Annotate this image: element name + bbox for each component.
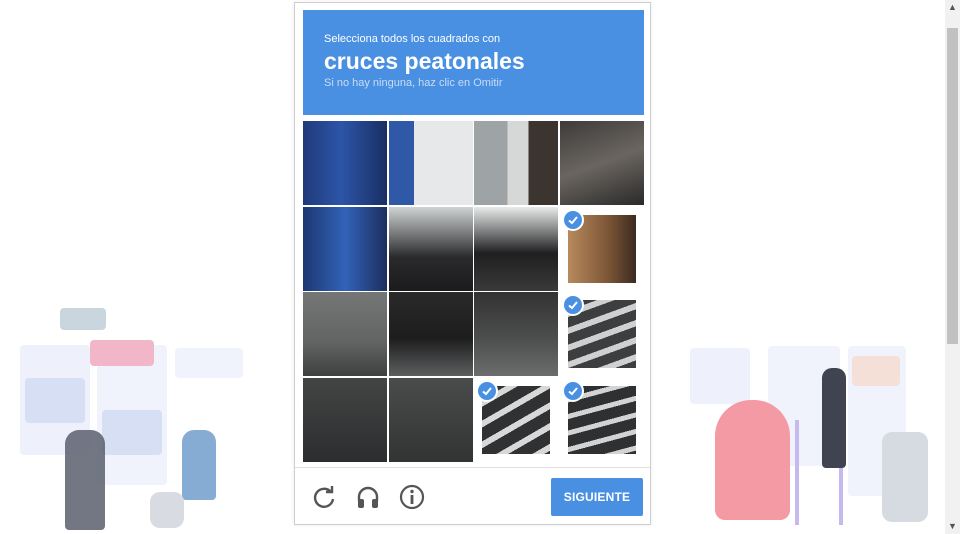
checkmark-icon xyxy=(476,379,498,402)
bg-robot xyxy=(60,308,106,330)
image-tile[interactable] xyxy=(560,207,644,291)
robot-illustration xyxy=(882,432,928,522)
image-tile[interactable] xyxy=(559,121,644,205)
audio-icon[interactable] xyxy=(354,483,382,511)
info-icon[interactable] xyxy=(398,483,426,511)
checkmark-icon xyxy=(561,294,584,316)
bg-toggle-card xyxy=(90,340,154,366)
monster-illustration xyxy=(715,400,790,520)
dog-illustration xyxy=(150,492,184,528)
image-tile[interactable] xyxy=(474,378,558,462)
person-illustration xyxy=(65,430,105,530)
image-tile[interactable] xyxy=(303,377,387,462)
bg-panel xyxy=(852,356,900,386)
tile-image xyxy=(388,121,473,205)
tile-image xyxy=(303,121,387,205)
tile-image xyxy=(388,206,473,291)
challenge-target: cruces peatonales xyxy=(324,48,525,74)
challenge-header: Selecciona todos los cuadrados con cruce… xyxy=(303,10,644,115)
image-tile[interactable] xyxy=(303,292,387,376)
tile-image xyxy=(388,292,473,376)
image-tile[interactable] xyxy=(560,292,644,376)
image-tile[interactable] xyxy=(560,378,644,462)
image-tile[interactable] xyxy=(388,377,473,462)
image-tile[interactable] xyxy=(303,121,387,205)
tile-image xyxy=(303,377,387,462)
scroll-down-arrow-icon[interactable]: ▼ xyxy=(945,519,960,534)
tile-image xyxy=(474,206,558,291)
tile-image xyxy=(559,121,644,205)
challenge-hint: Si no hay ninguna, haz clic en Omitir xyxy=(324,77,503,89)
checkmark-icon xyxy=(561,208,584,231)
tile-image xyxy=(303,292,387,376)
checkmark-icon xyxy=(561,379,584,402)
image-tile[interactable] xyxy=(474,206,558,291)
image-tile[interactable] xyxy=(388,121,473,205)
bg-panel xyxy=(690,348,750,404)
bg-panel xyxy=(175,348,243,378)
image-tile[interactable] xyxy=(303,206,387,291)
image-grid xyxy=(303,121,644,462)
image-tile[interactable] xyxy=(474,292,558,376)
reload-icon[interactable] xyxy=(310,483,338,511)
page-scrollbar[interactable]: ▲ ▼ xyxy=(945,0,960,534)
image-tile[interactable] xyxy=(388,292,473,376)
bg-panel xyxy=(25,378,85,423)
captcha-challenge: Selecciona todos los cuadrados con cruce… xyxy=(294,2,651,525)
person-illustration xyxy=(182,430,216,500)
tile-image xyxy=(303,206,387,291)
tile-image xyxy=(388,377,473,462)
image-tile[interactable] xyxy=(474,121,558,205)
next-button[interactable]: SIGUIENTE xyxy=(551,478,643,516)
scroll-up-arrow-icon[interactable]: ▲ xyxy=(945,0,960,15)
tile-image xyxy=(474,292,558,376)
tile-image xyxy=(474,121,558,205)
image-tile[interactable] xyxy=(388,206,473,291)
challenge-footer: SIGUIENTE xyxy=(295,467,650,525)
bg-panel xyxy=(102,410,162,455)
scroll-thumb[interactable] xyxy=(947,28,958,344)
challenge-instruction: Selecciona todos los cuadrados con xyxy=(324,33,501,45)
person-illustration xyxy=(822,368,846,468)
